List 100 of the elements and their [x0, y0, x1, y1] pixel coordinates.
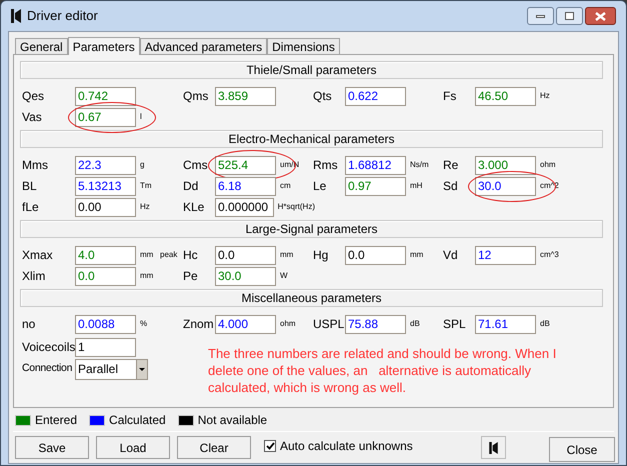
field-label: fLe: [21, 199, 40, 216]
close-text-button[interactable]: Close: [549, 437, 615, 462]
field-label: Vas: [21, 109, 43, 126]
field-label: Le: [312, 178, 328, 195]
field-label: KLe: [182, 199, 206, 216]
auto-calculate-checkbox[interactable]: Auto calculate unknowns: [264, 436, 413, 454]
input-field[interactable]: 0.622: [345, 86, 406, 106]
tab[interactable]: Dimensions: [267, 38, 340, 54]
input-field[interactable]: 6.18: [215, 176, 276, 196]
tab[interactable]: Advanced parameters: [140, 38, 268, 54]
field-label: USPL: [312, 316, 345, 333]
input-field[interactable]: 30.0: [475, 176, 536, 196]
input-field[interactable]: 0.97: [345, 176, 406, 196]
unit-label: mH: [410, 180, 422, 192]
unit-label: dB: [540, 318, 550, 330]
unit-label: mm: [410, 249, 424, 261]
note-text: The three numbers are related and should be wrong. When I delete one of the values, an alternative is automatically calculated, which is wrong as well.: [208, 345, 556, 396]
unit-label: mm: [280, 249, 294, 261]
field-label: Cms: [182, 157, 209, 174]
speaker-icon: [489, 442, 498, 454]
speaker-button[interactable]: [481, 436, 506, 459]
dropdown[interactable]: Parallel: [75, 358, 148, 380]
tab[interactable]: General: [15, 38, 68, 54]
input-field[interactable]: 30.0: [215, 266, 276, 286]
input-field[interactable]: 1.68812: [345, 156, 406, 174]
caret-icon: [136, 360, 147, 378]
input-field[interactable]: 5.13213: [75, 176, 136, 196]
unit-label: l: [140, 111, 142, 123]
field-label: SPL: [442, 316, 467, 333]
field-label: Qts: [312, 88, 333, 105]
legend-label: Entered: [35, 412, 78, 429]
check-icon: [266, 442, 274, 450]
unit-label: Hz: [140, 201, 150, 213]
unit-label: Ns/m: [410, 159, 429, 171]
input-field[interactable]: 0.0: [345, 246, 406, 264]
input-field[interactable]: 525.4: [215, 156, 276, 174]
legend-label: Calculated: [109, 412, 166, 429]
field-label: Fs: [442, 88, 458, 105]
unit-label: cm: [280, 180, 291, 192]
section-header: Electro-Mechanical parameters: [20, 130, 603, 148]
input-field[interactable]: 4.000: [215, 314, 276, 334]
unit-label: g: [140, 159, 144, 171]
input-field[interactable]: 0.00: [75, 198, 136, 216]
close-icon: [595, 12, 606, 20]
input-field[interactable]: 3.859: [215, 86, 276, 106]
unit-label: mm peak: [140, 249, 178, 261]
button[interactable]: Clear: [177, 436, 251, 459]
field-label: Vd: [442, 247, 459, 264]
unit-label: dB: [410, 318, 420, 330]
field-label: Connection: [21, 361, 74, 376]
input-field[interactable]: 3.000: [475, 156, 536, 174]
unit-label: ohm: [280, 318, 296, 330]
field-label: Pe: [182, 268, 199, 285]
field-label: no: [21, 316, 36, 333]
unit-label: %: [140, 318, 148, 330]
field-label: Znom: [182, 316, 215, 333]
field-label: Qes: [21, 88, 46, 105]
field-label: Xmax: [21, 247, 54, 264]
button[interactable]: Load: [96, 436, 170, 459]
unit-label: ohm: [540, 159, 556, 171]
section-header: Thiele/Small parameters: [20, 61, 603, 79]
input-field[interactable]: 22.3: [75, 156, 136, 174]
field-label: Mms: [21, 157, 49, 174]
input-field[interactable]: 0.0: [215, 246, 276, 264]
unit-label: Tm: [140, 180, 152, 192]
close-button[interactable]: [585, 7, 616, 25]
field-label: Rms: [312, 157, 339, 174]
input-field[interactable]: 0.0: [75, 266, 136, 286]
speaker-icon: [11, 9, 21, 23]
minimize-button[interactable]: [527, 7, 554, 25]
input-field[interactable]: 75.88: [345, 314, 406, 334]
legend-label: Not available: [198, 412, 268, 429]
field-label: Qms: [182, 88, 210, 105]
unit-label: H*sqrt(Hz): [278, 201, 315, 213]
field-label: Re: [442, 157, 460, 174]
input-field[interactable]: 4.0: [75, 246, 136, 264]
field-label: Voicecoils: [21, 339, 75, 356]
input-field[interactable]: 0.67: [75, 108, 136, 126]
tab[interactable]: Parameters: [68, 37, 140, 55]
unit-label: cm^3: [540, 249, 559, 261]
input-field[interactable]: 46.50: [475, 86, 536, 106]
section-header: Large-Signal parameters: [20, 220, 603, 238]
input-field[interactable]: 0.000000: [215, 198, 274, 216]
maximize-button[interactable]: [556, 7, 583, 25]
field-label: Sd: [442, 178, 459, 195]
field-label: Dd: [182, 178, 200, 195]
field-label: Hg: [312, 247, 330, 264]
input-field[interactable]: 1: [75, 338, 136, 356]
window-title: Driver editor: [27, 7, 98, 26]
input-field[interactable]: 12: [475, 246, 536, 264]
field-label: Hc: [182, 247, 199, 264]
input-field[interactable]: 0.0088: [75, 314, 136, 334]
section-header: Miscellaneous parameters: [20, 289, 603, 307]
unit-label: W: [280, 270, 288, 282]
input-field[interactable]: 0.742: [75, 86, 136, 106]
input-field[interactable]: 71.61: [475, 314, 536, 334]
button[interactable]: Save: [15, 436, 89, 459]
unit-label: Hz: [540, 90, 550, 102]
unit-label: mm: [140, 270, 154, 282]
field-label: Xlim: [21, 268, 46, 285]
